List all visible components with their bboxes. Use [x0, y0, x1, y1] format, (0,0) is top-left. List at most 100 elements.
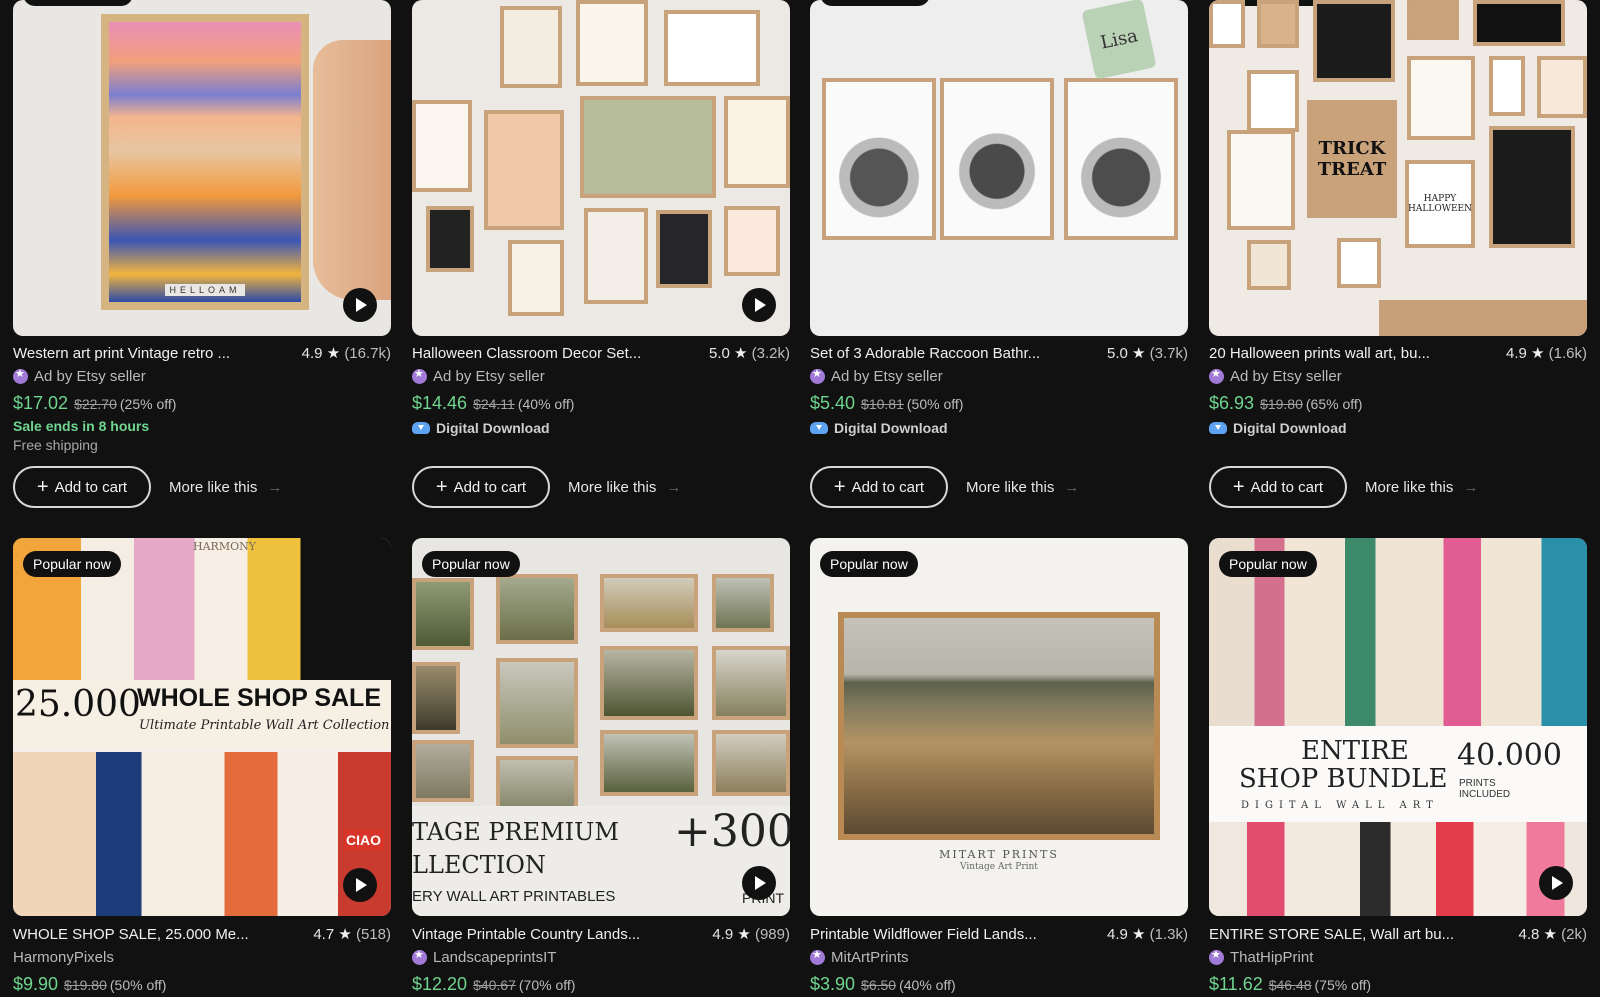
listing-title[interactable]: Halloween Classroom Decor Set...: [412, 345, 641, 362]
sale-price: $3.90: [810, 974, 856, 994]
add-to-cart-label: Add to cart: [1250, 478, 1324, 496]
landscape-frame: [412, 740, 474, 802]
original-price: $22.70: [74, 396, 117, 412]
original-price: $24.11: [473, 396, 515, 412]
seller-name: Ad by Etsy seller: [433, 367, 545, 385]
sale-price: $14.46: [412, 393, 468, 413]
art-prints-label: PRINTS: [1459, 778, 1496, 789]
hand-image: [313, 40, 391, 300]
seller-name: Ad by Etsy seller: [831, 367, 943, 385]
add-to-cart-label: Add to cart: [851, 478, 925, 496]
rating-value: 4.8: [1518, 926, 1540, 943]
rating-value: 5.0: [709, 345, 730, 362]
art-frame: [412, 100, 472, 192]
art-line-digital: DIGITAL WALL ART: [1241, 800, 1439, 811]
listing-rating: 5.0 ★ (3.7k): [1107, 344, 1188, 362]
plus-icon: +: [36, 475, 49, 498]
landscape-frame: [496, 574, 578, 644]
star-seller-icon: [412, 367, 427, 384]
original-price: $19.80: [64, 977, 107, 993]
play-video-icon[interactable]: [343, 868, 377, 902]
more-like-this-link[interactable]: More like this →: [966, 479, 1079, 496]
free-shipping-label: Free shipping: [13, 437, 98, 453]
add-to-cart-button[interactable]: + Add to cart: [810, 466, 948, 508]
review-count: (3.2k): [751, 345, 790, 362]
star-icon: ★: [338, 926, 352, 943]
landscape-frame: [712, 730, 790, 796]
art-line-1: TAGE PREMIUM: [412, 818, 619, 846]
discount-label: (65% off): [1305, 396, 1363, 412]
seller-name[interactable]: HarmonyPixels: [13, 949, 114, 966]
star-icon: ★: [737, 926, 751, 943]
art-brand-subtext: Vintage Art Print: [960, 862, 1038, 872]
seller-name[interactable]: MitArtPrints: [831, 949, 909, 966]
review-count: (3.7k): [1149, 345, 1188, 362]
listing-title[interactable]: Western art print Vintage retro ...: [13, 345, 230, 362]
art-line-entire: ENTIRE: [1301, 736, 1409, 766]
more-like-this-link[interactable]: More like this →: [1365, 479, 1478, 496]
listing-title[interactable]: Vintage Printable Country Lands...: [412, 926, 640, 943]
listing-thumbnail[interactable]: TAGE PREMIUM LLECTION ERY WALL ART PRINT…: [412, 538, 790, 916]
sale-price: $12.20: [412, 974, 468, 994]
listing-thumbnail[interactable]: ENTIRE SHOP BUNDLE DIGITAL WALL ART 40.0…: [1209, 538, 1587, 916]
seller-name[interactable]: LandscapeprintsIT: [433, 949, 556, 966]
cloud-download-icon: [810, 422, 828, 434]
play-video-icon[interactable]: [343, 288, 377, 322]
listing-thumbnail[interactable]: HARMONY 25.000 WHOLE SHOP SALE Ultimate …: [13, 538, 391, 916]
seller-name[interactable]: ThatHipPrint: [1230, 949, 1313, 966]
review-count: (989): [754, 926, 790, 943]
raccoon-frame: [1064, 78, 1178, 240]
discount-label: (70% off): [518, 977, 576, 993]
listing-title[interactable]: ENTIRE STORE SALE, Wall art bu...: [1209, 926, 1454, 943]
art-plus-count: +300: [674, 806, 790, 857]
arrow-right-icon: →: [267, 478, 283, 496]
star-icon: ★: [1132, 345, 1146, 362]
more-like-this-link[interactable]: More like this →: [169, 479, 282, 496]
name-tag-text: Lisa: [1098, 24, 1140, 54]
listing-title[interactable]: Printable Wildflower Field Lands...: [810, 926, 1037, 943]
listing-title[interactable]: WHOLE SHOP SALE, 25.000 Me...: [13, 926, 249, 943]
art-caption: HELLOAM: [165, 284, 245, 296]
play-video-icon[interactable]: [742, 866, 776, 900]
art-wall-bottom: [13, 752, 391, 916]
rating-value: 4.9: [1506, 345, 1527, 362]
more-like-this-link[interactable]: More like this →: [568, 479, 681, 496]
art-text-happy-halloween: HAPPY HALLOWEEN: [1408, 194, 1472, 214]
play-video-icon[interactable]: [742, 288, 776, 322]
sale-price: $17.02: [13, 393, 69, 413]
listing-thumbnail[interactable]: Lisa: [810, 0, 1188, 336]
add-to-cart-button[interactable]: + Add to cart: [1209, 466, 1347, 508]
listing-rating: 4.9 ★ (989): [712, 925, 790, 943]
art-subheadline: Ultimate Printable Wall Art Collection: [139, 718, 390, 733]
thumbnail-top-tab: [23, 0, 133, 6]
listing-rating: 4.9 ★ (16.7k): [302, 344, 391, 362]
sale-price: $6.93: [1209, 393, 1255, 413]
landscape-frame: [600, 574, 698, 632]
art-frame: [484, 110, 564, 230]
listing-thumbnail[interactable]: HELLOAM: [13, 0, 391, 336]
listing-title[interactable]: Set of 3 Adorable Raccoon Bathr...: [810, 345, 1040, 362]
raccoon-frame: [822, 78, 936, 240]
landscape-frame: [412, 662, 460, 734]
listing-rating: 5.0 ★ (3.2k): [709, 344, 790, 362]
arrow-right-icon: →: [1463, 478, 1479, 496]
listing-thumbnail[interactable]: MITART PRINTS Vintage Art Print Popular …: [810, 538, 1188, 916]
add-to-cart-button[interactable]: + Add to cart: [13, 466, 151, 508]
digital-download-text: Digital Download: [436, 420, 550, 436]
add-to-cart-button[interactable]: + Add to cart: [412, 466, 550, 508]
seller-name: Ad by Etsy seller: [1230, 367, 1342, 385]
popular-now-badge: Popular now: [23, 551, 121, 577]
star-icon: ★: [1543, 926, 1557, 943]
add-to-cart-label: Add to cart: [453, 478, 527, 496]
framed-landscape-art: HELLOAM: [101, 14, 309, 310]
art-brand-text: MITART PRINTS: [939, 848, 1059, 861]
star-icon: ★: [1132, 926, 1146, 943]
listing-thumbnail[interactable]: [412, 0, 790, 336]
sale-price: $9.90: [13, 974, 59, 994]
listing-title[interactable]: 20 Halloween prints wall art, bu...: [1209, 345, 1430, 362]
play-video-icon[interactable]: [1539, 866, 1573, 900]
listing-thumbnail[interactable]: TRICK TREAT HAPPY HALLOWEEN: [1209, 0, 1587, 336]
sale-price: $11.62: [1209, 974, 1263, 994]
art-sign: CIAO: [343, 830, 384, 850]
art-frame: [1313, 0, 1395, 82]
